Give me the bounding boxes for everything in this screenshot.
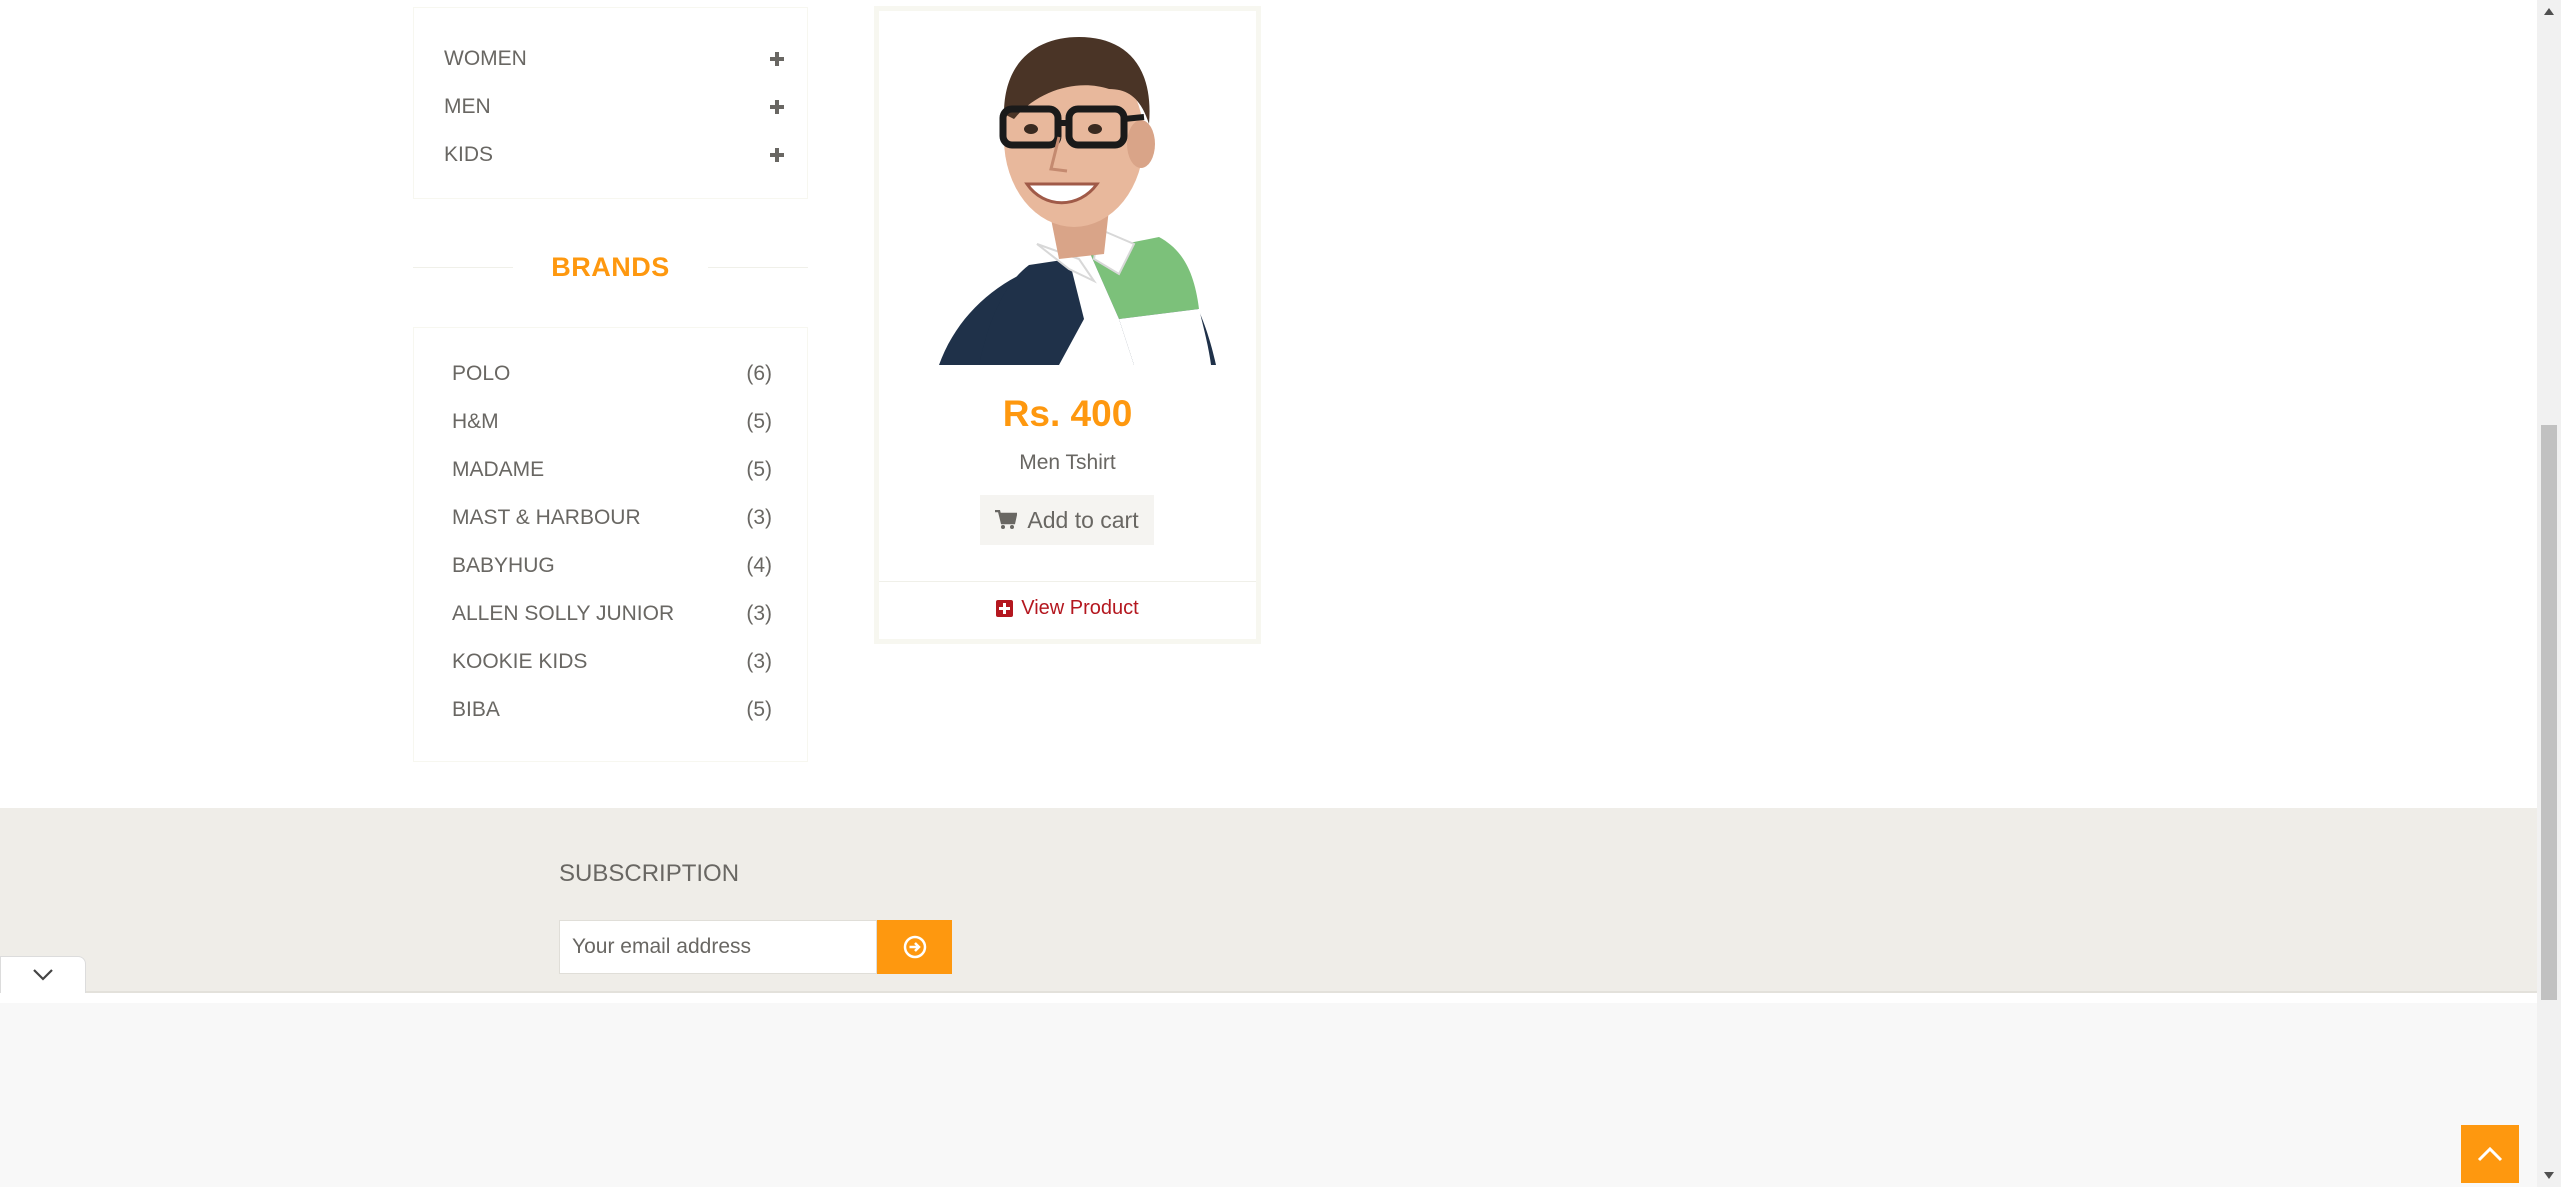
scrollbar[interactable] <box>2537 0 2561 1187</box>
collapse-tab[interactable] <box>0 956 86 993</box>
brand-name: H&M <box>452 410 499 433</box>
triangle-up-icon <box>2544 7 2554 15</box>
brand-item-babyhug[interactable]: BABYHUG (4) <box>452 551 772 581</box>
brand-name: POLO <box>452 362 511 385</box>
brand-name: BABYHUG <box>452 554 555 577</box>
chevron-up-icon <box>2477 1146 2503 1162</box>
card-divider <box>879 581 1256 582</box>
category-panel: WOMEN MEN KIDS <box>413 7 808 199</box>
scroll-down-arrow[interactable] <box>2542 1168 2556 1182</box>
brand-item-biba[interactable]: BIBA (5) <box>452 695 772 725</box>
brand-count: (3) <box>746 506 772 529</box>
view-product-link[interactable]: View Product <box>879 597 1256 620</box>
brand-item-polo[interactable]: POLO (6) <box>452 359 772 389</box>
category-label: MEN <box>444 95 491 118</box>
plus-icon[interactable] <box>770 148 784 162</box>
category-men[interactable]: MEN <box>444 92 784 122</box>
category-women[interactable]: WOMEN <box>444 44 784 74</box>
footer-subscription: SUBSCRIPTION <box>0 808 2537 993</box>
heading-divider <box>708 267 808 268</box>
brand-count: (5) <box>746 410 772 433</box>
brand-name: MAST & HARBOUR <box>452 506 641 529</box>
product-image <box>919 19 1216 365</box>
product-name: Men Tshirt <box>1019 451 1116 474</box>
subscription-title: SUBSCRIPTION <box>559 860 740 887</box>
brand-count: (4) <box>746 554 772 577</box>
brand-name: MADAME <box>452 458 545 481</box>
brand-item-mast-harbour[interactable]: MAST & HARBOUR (3) <box>452 503 772 533</box>
brands-title: BRANDS <box>551 251 670 282</box>
subscribe-button[interactable] <box>877 920 952 974</box>
brand-name: ALLEN SOLLY JUNIOR <box>452 602 675 625</box>
arrow-circle-right-icon <box>903 935 926 959</box>
brand-count: (3) <box>746 602 772 625</box>
add-to-cart-label: Add to cart <box>1027 506 1139 533</box>
plus-square-icon <box>996 600 1014 617</box>
heading-divider <box>413 267 513 268</box>
brand-count: (6) <box>746 362 772 385</box>
footer-edge <box>0 991 2537 993</box>
email-input[interactable] <box>559 920 877 974</box>
category-label: KIDS <box>444 143 494 166</box>
man-photo-icon <box>939 37 1216 365</box>
scroll-up-arrow[interactable] <box>2542 4 2556 18</box>
brands-panel: POLO (6) H&M (5) MADAME (5) MAST & HARBO… <box>413 327 808 762</box>
brand-count: (5) <box>746 698 772 721</box>
brand-count: (3) <box>746 650 772 673</box>
plus-icon[interactable] <box>770 52 784 66</box>
product-card: Rs. 400 Men Tshirt Add to cart View Prod… <box>874 6 1261 644</box>
scroll-to-top-button[interactable] <box>2461 1125 2519 1183</box>
brand-item-hm[interactable]: H&M (5) <box>452 407 772 437</box>
page: WOMEN MEN KIDS BRANDS POLO (6) H&M (5) M… <box>0 0 2561 1187</box>
plus-icon[interactable] <box>770 100 784 114</box>
brand-item-allen-solly-junior[interactable]: ALLEN SOLLY JUNIOR (3) <box>452 599 772 629</box>
brands-heading: BRANDS <box>413 248 808 286</box>
view-product-label: View Product <box>1021 597 1139 619</box>
triangle-down-icon <box>2544 1171 2554 1179</box>
chevron-down-icon <box>33 969 53 981</box>
brand-item-kookie-kids[interactable]: KOOKIE KIDS (3) <box>452 647 772 677</box>
brand-item-madame[interactable]: MADAME (5) <box>452 455 772 485</box>
brand-count: (5) <box>746 458 772 481</box>
brand-name: BIBA <box>452 698 500 721</box>
add-to-cart-button[interactable]: Add to cart <box>980 495 1154 545</box>
category-kids[interactable]: KIDS <box>444 140 784 170</box>
shopping-cart-icon <box>995 510 1018 529</box>
scrollbar-thumb[interactable] <box>2541 425 2557 1000</box>
brand-name: KOOKIE KIDS <box>452 650 588 673</box>
product-price: Rs. 400 <box>1002 393 1133 434</box>
footer-bottom <box>0 1003 2537 1187</box>
category-label: WOMEN <box>444 47 527 70</box>
